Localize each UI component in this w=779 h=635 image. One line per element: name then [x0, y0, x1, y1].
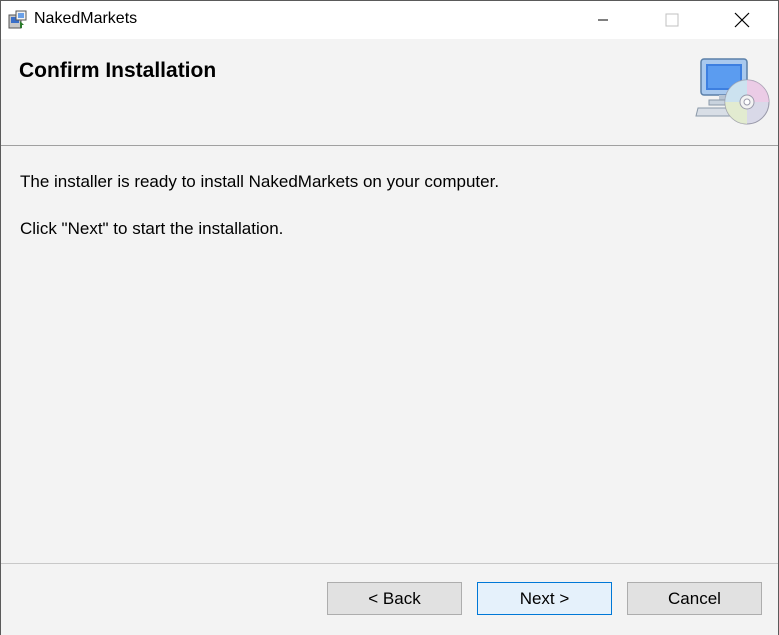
window-title: NakedMarkets [34, 10, 138, 27]
maximize-button[interactable] [649, 1, 695, 39]
maximize-icon [665, 13, 679, 27]
close-button[interactable] [719, 1, 765, 39]
close-icon [734, 12, 750, 28]
minimize-icon [598, 19, 608, 21]
installer-window: NakedMarkets Confirm Installation The in… [0, 0, 779, 635]
page-title: Confirm Installation [19, 59, 217, 82]
installer-app-icon [8, 10, 27, 29]
computer-disc-icon [695, 58, 770, 125]
title-bar: NakedMarkets [1, 1, 778, 39]
content-area: The installer is ready to install NakedM… [1, 146, 778, 562]
cancel-button[interactable]: Cancel [627, 582, 762, 615]
button-bar: < Back Next > Cancel [1, 563, 778, 635]
ready-message: The installer is ready to install NakedM… [20, 172, 500, 191]
next-button[interactable]: Next > [477, 582, 612, 615]
back-button[interactable]: < Back [327, 582, 462, 615]
minimize-button[interactable] [580, 1, 626, 39]
instruction-message: Click "Next" to start the installation. [20, 219, 284, 238]
header-banner: Confirm Installation [1, 39, 778, 146]
